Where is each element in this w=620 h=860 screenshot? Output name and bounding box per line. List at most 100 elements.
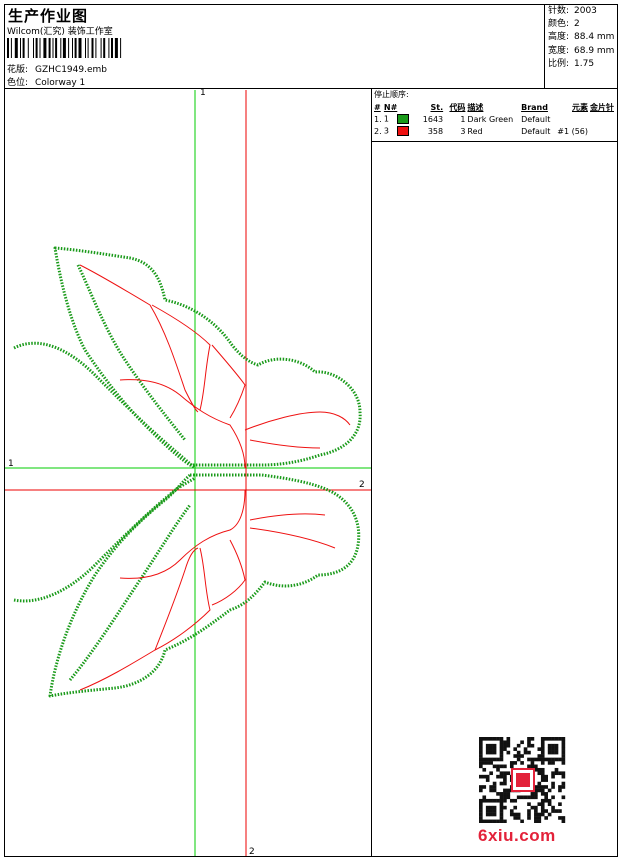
qr-module <box>499 737 504 741</box>
qr-module <box>537 771 542 776</box>
qr-module <box>516 750 521 755</box>
qr-module <box>506 740 511 745</box>
qr-module <box>489 785 493 789</box>
qr-module <box>558 737 562 741</box>
qr-module <box>534 792 538 796</box>
qr-module <box>506 771 511 776</box>
qr-module <box>561 816 566 820</box>
qr-module <box>523 747 528 751</box>
qr-module <box>496 774 500 779</box>
qr-module <box>558 771 562 776</box>
qr-module <box>482 774 487 779</box>
qr-module <box>516 757 521 762</box>
qr-module <box>513 805 518 810</box>
qr-module <box>558 802 562 806</box>
qr-module <box>485 812 490 817</box>
qr-module <box>523 750 528 755</box>
qr-module <box>489 737 493 741</box>
qr-module <box>489 805 493 810</box>
qr-module <box>516 816 521 820</box>
qr-module <box>479 809 483 813</box>
qr-module <box>499 809 504 813</box>
qr-module <box>503 747 507 751</box>
qr-module <box>499 798 504 803</box>
qr-module <box>492 812 497 817</box>
qr-module <box>544 778 548 782</box>
qr-module <box>527 764 531 769</box>
qr-module <box>499 740 504 745</box>
qr-module <box>554 750 559 755</box>
qr-module <box>530 757 535 762</box>
qr-module <box>561 781 566 786</box>
qr-module <box>558 757 562 762</box>
qr-module <box>492 750 497 755</box>
qr-module <box>551 761 555 765</box>
qr-module <box>547 747 552 751</box>
qr-module <box>503 795 507 800</box>
qr-module <box>503 764 507 769</box>
qr-module <box>544 795 548 800</box>
qr-module <box>492 788 497 793</box>
qr-module <box>520 819 524 823</box>
qr-module <box>489 761 493 765</box>
qr-module <box>547 798 552 803</box>
qr-module <box>527 816 531 820</box>
qr-module <box>482 798 487 803</box>
qr-module <box>540 754 545 758</box>
qr-module <box>551 781 555 786</box>
qr-module <box>540 812 545 817</box>
qr-module <box>516 743 521 748</box>
running-stitch-red <box>79 264 351 691</box>
qr-module <box>540 761 545 765</box>
qr-module <box>558 816 562 820</box>
qr-module <box>492 809 497 813</box>
qr-module <box>479 754 483 758</box>
qr-module <box>558 785 562 789</box>
axis-label-v2: 2 <box>249 847 255 857</box>
qr-module <box>537 754 542 758</box>
qr-module <box>479 802 483 806</box>
qr-module <box>520 795 524 800</box>
qr-module <box>534 757 538 762</box>
qr-module <box>561 761 566 765</box>
qr-module <box>540 802 545 806</box>
qr-module <box>479 764 483 769</box>
qr-module <box>551 795 555 800</box>
qr-module <box>482 767 487 772</box>
qr-module <box>527 802 531 806</box>
axis-label-h2: 2 <box>359 480 365 490</box>
axis-label-h1: 1 <box>8 459 14 469</box>
qr-module <box>479 750 483 755</box>
qr-module <box>537 788 542 793</box>
qr-module <box>513 812 518 817</box>
qr-module <box>537 757 542 762</box>
qr-module <box>506 743 511 748</box>
qr-module <box>479 743 483 748</box>
qr-module <box>540 805 545 810</box>
qr-module <box>479 774 483 779</box>
qr-module <box>530 805 535 810</box>
qr-module <box>530 743 535 748</box>
qr-module <box>516 754 521 758</box>
qr-module <box>492 747 497 751</box>
qr-module <box>547 812 552 817</box>
qr-module <box>561 771 566 776</box>
qr-module <box>492 798 497 803</box>
qr-module <box>482 785 487 789</box>
qr-module <box>499 795 504 800</box>
qr-module <box>520 761 524 765</box>
qr-module <box>558 809 562 813</box>
qr-module <box>496 737 500 741</box>
qr-module <box>503 778 507 782</box>
qr-module <box>513 798 518 803</box>
qr-module <box>554 809 559 813</box>
qr-module <box>530 792 535 796</box>
embroidery-canvas <box>5 90 371 856</box>
qr-module <box>499 812 504 817</box>
qr-module <box>527 740 531 745</box>
qr-module <box>551 785 555 789</box>
qr-module <box>482 757 487 762</box>
qr-module <box>489 812 493 817</box>
qr-module <box>479 761 483 765</box>
qr-module <box>513 754 518 758</box>
